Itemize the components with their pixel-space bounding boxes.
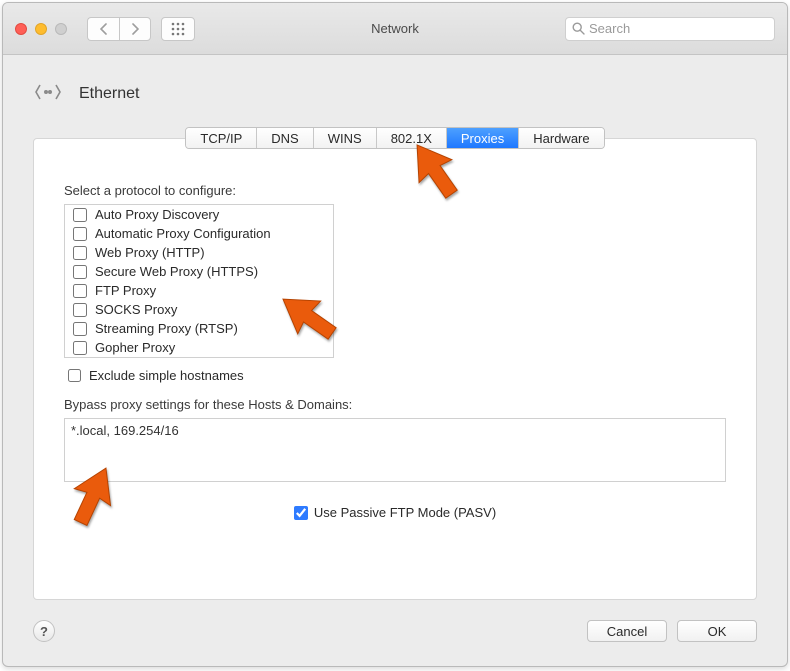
tab-dns[interactable]: DNS: [257, 128, 313, 148]
proxies-panel: Select a protocol to configure: Auto Pro…: [33, 138, 757, 600]
tabbar: TCP/IP DNS WINS 802.1X Proxies Hardware: [3, 116, 787, 138]
protocol-label: Auto Proxy Discovery: [95, 207, 219, 222]
protocol-label: Automatic Proxy Configuration: [95, 226, 271, 241]
ethernet-icon: [33, 77, 63, 110]
tab-8021x[interactable]: 802.1X: [377, 128, 447, 148]
search-input[interactable]: [589, 21, 768, 36]
tab-label: WINS: [328, 131, 362, 146]
tabs: TCP/IP DNS WINS 802.1X Proxies Hardware: [185, 127, 604, 149]
protocol-checkbox[interactable]: [73, 246, 87, 260]
help-button[interactable]: ?: [33, 620, 55, 642]
back-button[interactable]: [87, 17, 119, 41]
protocol-checkbox[interactable]: [73, 303, 87, 317]
pasv-checkbox[interactable]: [294, 506, 308, 520]
cancel-button[interactable]: Cancel: [587, 620, 667, 642]
protocol-checkbox[interactable]: [73, 322, 87, 336]
exclude-hostnames-label: Exclude simple hostnames: [89, 368, 244, 383]
tab-tcpip[interactable]: TCP/IP: [186, 128, 257, 148]
tab-label: 802.1X: [391, 131, 432, 146]
chevron-right-icon: [131, 23, 139, 35]
protocol-checkbox[interactable]: [73, 284, 87, 298]
tab-label: Proxies: [461, 131, 504, 146]
protocol-item-https[interactable]: Secure Web Proxy (HTTPS): [65, 262, 333, 281]
header: Ethernet: [3, 55, 787, 116]
close-icon[interactable]: [15, 23, 27, 35]
help-icon: ?: [40, 624, 48, 639]
select-protocol-label: Select a protocol to configure:: [64, 183, 726, 198]
pasv-label: Use Passive FTP Mode (PASV): [314, 505, 496, 520]
nav-buttons: [87, 17, 151, 41]
exclude-hostnames-checkbox[interactable]: [68, 369, 81, 382]
tab-label: TCP/IP: [200, 131, 242, 146]
bypass-hosts-textarea[interactable]: [64, 418, 726, 482]
minimize-icon[interactable]: [35, 23, 47, 35]
grid-icon: [171, 22, 185, 36]
forward-button[interactable]: [119, 17, 151, 41]
protocol-checkbox[interactable]: [73, 265, 87, 279]
protocol-label: SOCKS Proxy: [95, 302, 177, 317]
network-prefs-window: PC .com Network: [2, 2, 788, 667]
button-label: OK: [708, 624, 727, 639]
protocol-item-socks[interactable]: SOCKS Proxy: [65, 300, 333, 319]
tab-label: Hardware: [533, 131, 589, 146]
protocol-label: Streaming Proxy (RTSP): [95, 321, 238, 336]
search-field[interactable]: [565, 17, 775, 41]
protocol-list[interactable]: Auto Proxy Discovery Automatic Proxy Con…: [64, 204, 334, 358]
search-icon: [572, 22, 585, 35]
protocol-item-http[interactable]: Web Proxy (HTTP): [65, 243, 333, 262]
footer: ? Cancel OK: [3, 620, 787, 660]
titlebar: Network: [3, 3, 787, 55]
pasv-row: Use Passive FTP Mode (PASV): [64, 505, 726, 520]
tab-label: DNS: [271, 131, 298, 146]
chevron-left-icon: [100, 23, 108, 35]
show-all-button[interactable]: [161, 17, 195, 41]
protocol-item-auto-discovery[interactable]: Auto Proxy Discovery: [65, 205, 333, 224]
protocol-item-gopher[interactable]: Gopher Proxy: [65, 338, 333, 357]
ok-button[interactable]: OK: [677, 620, 757, 642]
interface-name: Ethernet: [79, 85, 139, 103]
protocol-label: Gopher Proxy: [95, 340, 175, 355]
protocol-label: Secure Web Proxy (HTTPS): [95, 264, 258, 279]
protocol-checkbox[interactable]: [73, 227, 87, 241]
tab-proxies[interactable]: Proxies: [447, 128, 519, 148]
protocol-item-ftp[interactable]: FTP Proxy: [65, 281, 333, 300]
window-controls: [15, 23, 67, 35]
protocol-checkbox[interactable]: [73, 208, 87, 222]
button-label: Cancel: [607, 624, 647, 639]
exclude-hostnames-row: Exclude simple hostnames: [64, 358, 726, 397]
protocol-item-auto-config[interactable]: Automatic Proxy Configuration: [65, 224, 333, 243]
tab-wins[interactable]: WINS: [314, 128, 377, 148]
tab-hardware[interactable]: Hardware: [519, 128, 603, 148]
protocol-item-rtsp[interactable]: Streaming Proxy (RTSP): [65, 319, 333, 338]
protocol-label: FTP Proxy: [95, 283, 156, 298]
maximize-icon: [55, 23, 67, 35]
protocol-checkbox[interactable]: [73, 341, 87, 355]
protocol-label: Web Proxy (HTTP): [95, 245, 205, 260]
bypass-label: Bypass proxy settings for these Hosts & …: [64, 397, 726, 412]
